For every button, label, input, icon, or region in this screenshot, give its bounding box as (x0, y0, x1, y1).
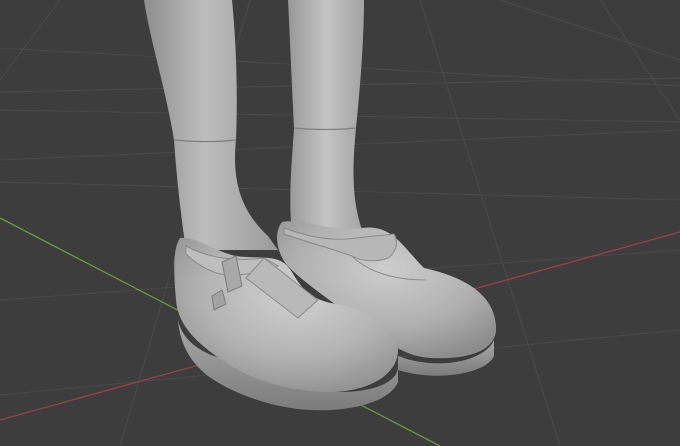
viewport-canvas[interactable] (0, 0, 680, 446)
3d-viewport[interactable] (0, 0, 680, 446)
left-leg-mesh (144, 0, 278, 250)
right-leg-mesh (288, 0, 364, 232)
